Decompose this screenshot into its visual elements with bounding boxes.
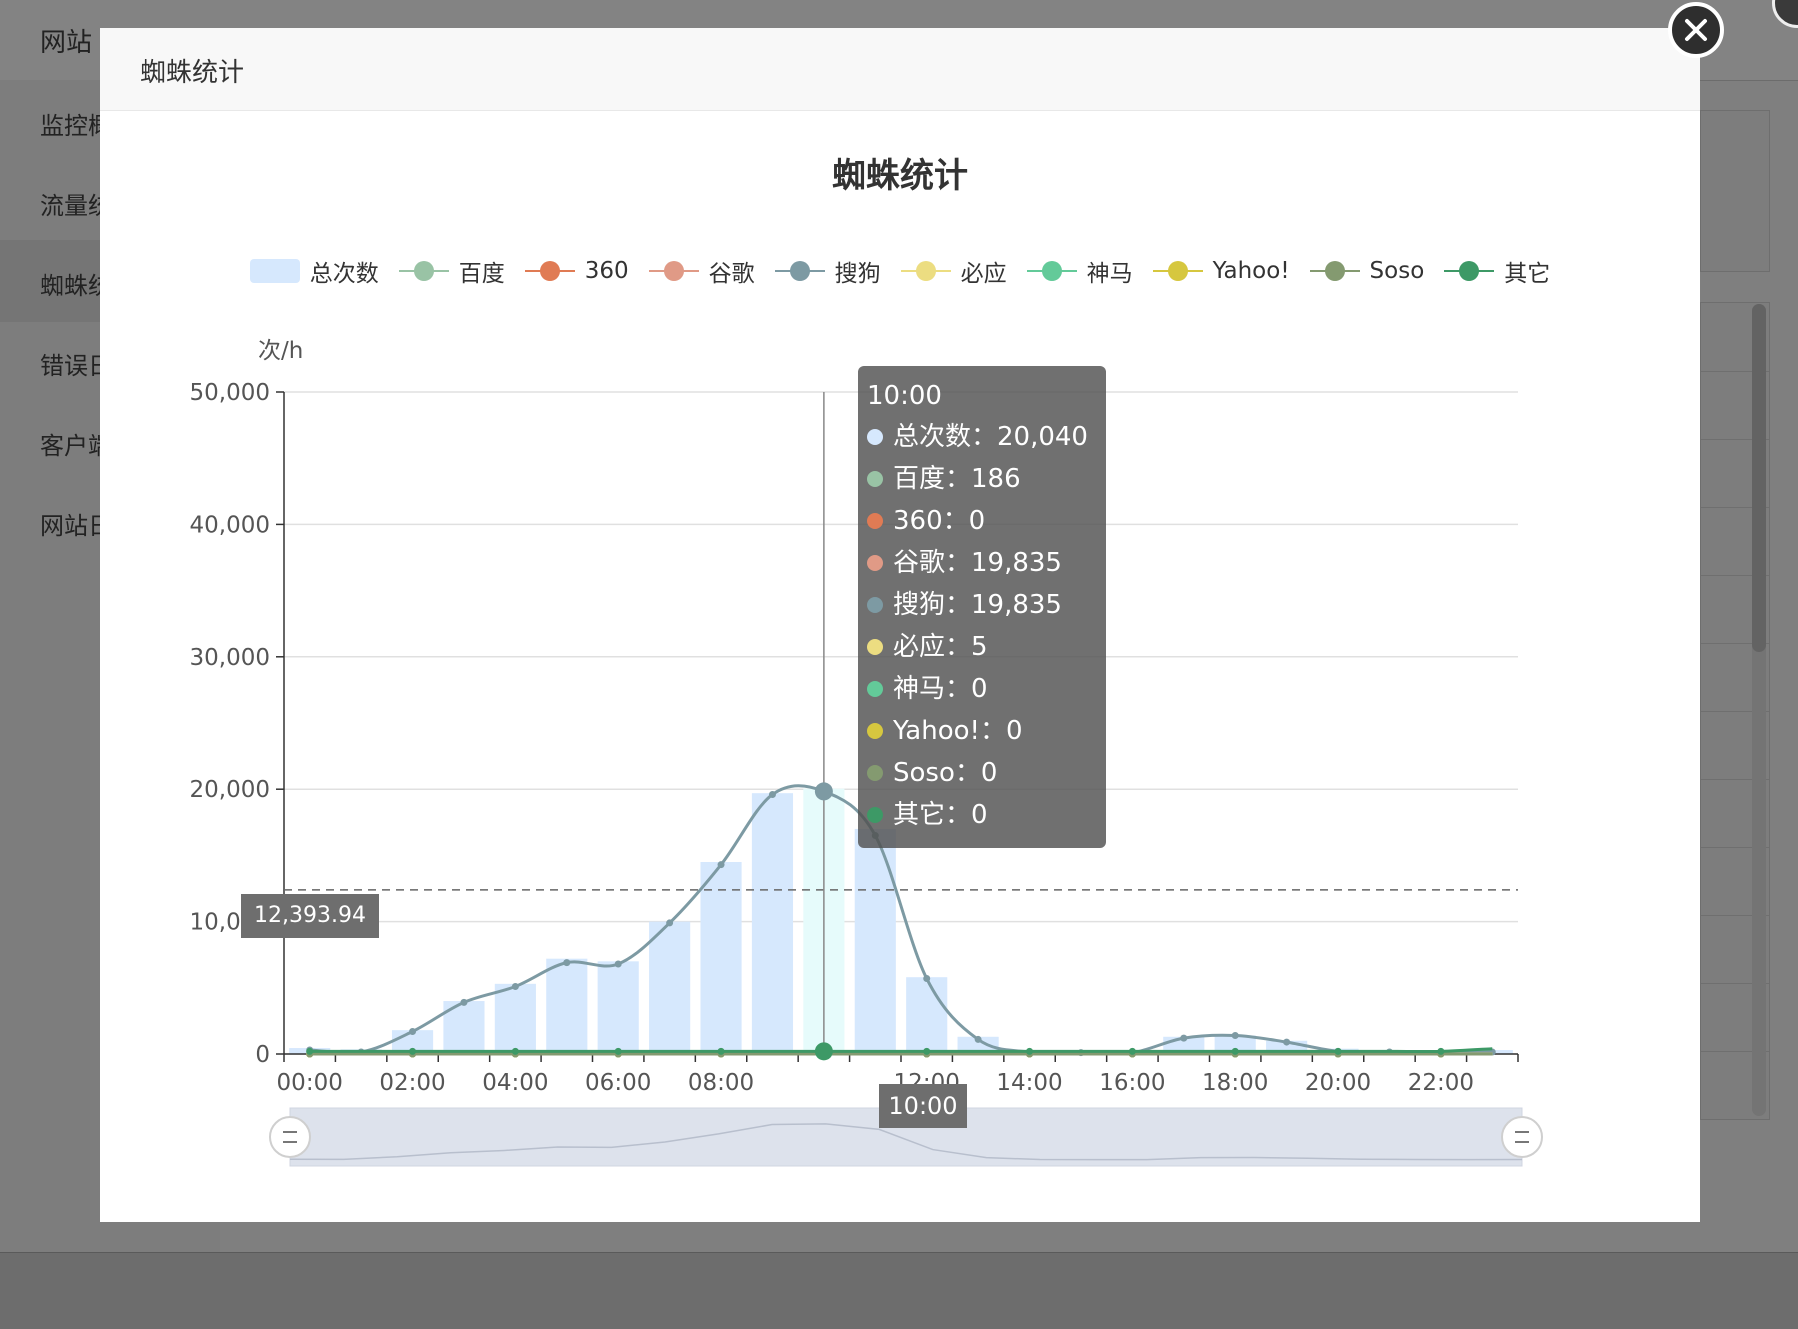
point-搜狗[interactable] [974, 1035, 982, 1043]
point-搜狗[interactable] [717, 861, 725, 869]
point-其它[interactable] [511, 1047, 519, 1055]
point-搜狗[interactable] [614, 960, 622, 968]
tooltip-text: 总次数：20,040 [893, 422, 1088, 452]
background-scrollbar-thumb[interactable] [1752, 304, 1766, 652]
x-tick-label: 22:00 [1408, 1070, 1474, 1096]
tooltip-text: 谷歌：19,835 [893, 548, 1062, 578]
point-其它[interactable] [306, 1047, 314, 1055]
bar-total-0500[interactable] [546, 958, 588, 1054]
tooltip-row: Yahoo!：0 [867, 710, 1097, 752]
point-搜狗[interactable] [666, 919, 674, 927]
tooltip-text: 360：0 [893, 506, 986, 536]
tooltip-text: 百度：186 [893, 464, 1021, 494]
tooltip-row: 必应：5 [867, 626, 1097, 668]
tooltip-dot-icon [867, 807, 883, 823]
x-tick-label: 20:00 [1305, 1070, 1371, 1096]
tooltip-row: 其它：0 [867, 794, 1097, 836]
tooltip-text: Soso：0 [893, 758, 998, 788]
tooltip-text: 其它：0 [893, 800, 988, 830]
point-其它[interactable] [717, 1047, 725, 1055]
point-搜狗[interactable] [1283, 1038, 1291, 1046]
chart-tooltip: 10:00 总次数：20,040 百度：186 360：0 谷歌：19,835 搜狗：1… [858, 366, 1106, 848]
y-axis-label: 次/h [258, 338, 303, 364]
background-footer [0, 1252, 1798, 1329]
tooltip-dot-icon [867, 513, 883, 529]
point-其它[interactable] [923, 1047, 931, 1055]
tooltip-time: 10:00 [867, 381, 942, 411]
point-搜狗[interactable] [460, 998, 468, 1006]
tooltip-row: 总次数：20,040 [867, 416, 1097, 458]
tooltip-row: 百度：186 [867, 458, 1097, 500]
point-其它[interactable] [614, 1047, 622, 1055]
bar-total-1200[interactable] [906, 977, 948, 1054]
point-其它[interactable] [1231, 1047, 1239, 1055]
x-tick-label: 00:00 [277, 1070, 343, 1096]
tooltip-row: 神马：0 [867, 668, 1097, 710]
tooltip-dot-icon [867, 555, 883, 571]
x-axis-pointer-label: 10:00 [879, 1084, 967, 1128]
point-搜狗[interactable] [768, 790, 776, 798]
background-title: 网站 [40, 28, 93, 58]
x-tick-label: 16:00 [1099, 1070, 1165, 1096]
tooltip-dot-icon [867, 597, 883, 613]
y-tick-label: 50,000 [190, 380, 270, 406]
line-其它[interactable] [309, 1047, 1493, 1054]
x-tick-label: 04:00 [482, 1070, 548, 1096]
bar-total-1100[interactable] [854, 828, 896, 1054]
bar-total-0800[interactable] [700, 862, 742, 1054]
point-搜狗[interactable] [563, 959, 571, 967]
bar-total-0700[interactable] [649, 921, 691, 1054]
tooltip-row: 谷歌：19,835 [867, 542, 1097, 584]
tooltip-dot-icon [867, 639, 883, 655]
tooltip-dot-icon [867, 723, 883, 739]
datazoom-left-handle[interactable] [269, 1116, 311, 1158]
close-icon [1685, 19, 1707, 41]
tooltip-row: Soso：0 [867, 752, 1097, 794]
close-button[interactable] [1668, 2, 1724, 58]
bar-total-0400[interactable] [494, 983, 536, 1054]
y-tick-label: 20,000 [190, 777, 270, 803]
y-tick-label: 30,000 [190, 645, 270, 671]
y-tick-label: 40,000 [190, 512, 270, 538]
tooltip-dot-icon [867, 429, 883, 445]
tooltip-text: 搜狗：19,835 [893, 590, 1062, 620]
highlight-point-other[interactable] [814, 1042, 833, 1061]
point-其它[interactable] [1128, 1047, 1136, 1055]
point-其它[interactable] [1437, 1047, 1445, 1055]
background-panel [1700, 110, 1770, 272]
point-搜狗[interactable] [1180, 1034, 1188, 1042]
datazoom-right-handle[interactable] [1501, 1116, 1543, 1158]
tooltip-dot-icon [867, 765, 883, 781]
highlight-point-sogou[interactable] [814, 782, 833, 801]
x-tick-label: 08:00 [688, 1070, 754, 1096]
tooltip-dot-icon [867, 681, 883, 697]
tooltip-text: 必应：5 [893, 632, 988, 662]
x-tick-label: 06:00 [585, 1070, 651, 1096]
point-其它[interactable] [409, 1047, 417, 1055]
x-tick-label: 02:00 [379, 1070, 445, 1096]
average-line-label: 12,393.94 [241, 894, 379, 938]
x-tick-label: 18:00 [1202, 1070, 1268, 1096]
point-其它[interactable] [1026, 1047, 1034, 1055]
point-搜狗[interactable] [409, 1027, 417, 1035]
point-其它[interactable] [1334, 1047, 1342, 1055]
point-搜狗[interactable] [1231, 1031, 1239, 1039]
tooltip-row: 搜狗：19,835 [867, 584, 1097, 626]
tooltip-text: Yahoo!：0 [893, 716, 1023, 746]
tooltip-row: 360：0 [867, 500, 1097, 542]
tooltip-text: 神马：0 [893, 674, 988, 704]
bar-total-0600[interactable] [597, 961, 639, 1054]
point-搜狗[interactable] [923, 975, 931, 983]
x-tick-label: 14:00 [996, 1070, 1062, 1096]
y-tick-label: 0 [255, 1042, 270, 1068]
bar-total-0900[interactable] [751, 793, 794, 1054]
point-搜狗[interactable] [511, 982, 519, 990]
spider-stats-modal: 蜘蛛统计 蜘蛛统计 总次数 百度 360 谷歌 搜狗 必应 神马 Yahoo! Soso 其它 0… [100, 28, 1700, 1222]
tooltip-dot-icon [867, 471, 883, 487]
